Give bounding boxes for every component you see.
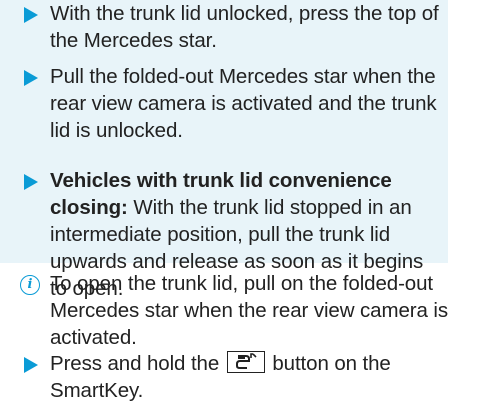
step-arrow-icon [24,174,38,190]
step-text: Press and hold the button on the SmartKe… [50,350,442,404]
instruction-step-3: Vehicles with trunk lid convenience clos… [0,164,448,300]
step-arrow-icon [24,7,38,23]
step-text: Pull the folded-out Mercedes star when t… [50,65,437,142]
step-text-before: Press and hold the [50,352,225,375]
step-text: With the trunk lid unlocked, press the t… [50,2,439,52]
instruction-step-4: Press and hold the button on the SmartKe… [0,350,448,402]
instruction-step-1: With the trunk lid unlocked, press the t… [0,0,448,64]
step-arrow-icon [24,70,38,86]
info-text: To open the trunk lid, pull on the folde… [50,272,448,349]
manual-page: With the trunk lid unlocked, press the t… [0,0,480,402]
trunk-open-key-icon [226,351,265,373]
step-arrow-icon [24,357,38,373]
instruction-step-2: Pull the folded-out Mercedes star when t… [0,64,448,164]
info-icon: i [20,275,40,295]
